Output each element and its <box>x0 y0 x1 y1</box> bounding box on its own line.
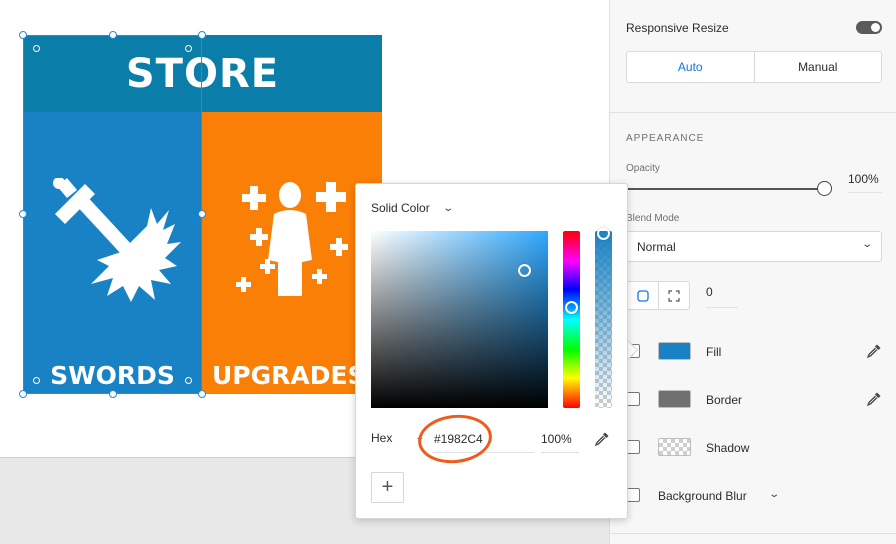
sword-icon <box>53 178 181 302</box>
corner-brackets-icon <box>668 289 680 302</box>
background-blur-label: Background Blur <box>658 489 747 503</box>
hue-slider-thumb[interactable] <box>565 301 578 314</box>
resize-manual-button[interactable]: Manual <box>755 52 882 82</box>
color-picker-popover: Solid Color ⌄ Hex ⌄ + <box>355 183 628 519</box>
single-corner-radius-button[interactable] <box>626 281 658 310</box>
chevron-down-icon: ⌄ <box>442 202 454 214</box>
fill-color-swatch[interactable] <box>658 342 691 360</box>
add-swatch-button[interactable]: + <box>371 472 404 503</box>
chevron-down-icon[interactable]: ⌄ <box>768 489 780 500</box>
blend-mode-label: Blend Mode <box>626 213 680 224</box>
fill-row: Fill <box>610 340 896 364</box>
alpha-slider[interactable] <box>595 227 612 408</box>
store-title: STORE <box>125 50 280 97</box>
store-artboard[interactable]: STORE SWORDS UPGRADES <box>23 35 382 394</box>
fill-type-dropdown[interactable]: Solid Color ⌄ <box>371 201 454 215</box>
hex-input[interactable] <box>432 425 534 453</box>
responsive-resize-toggle[interactable] <box>856 21 882 34</box>
eyedropper-icon[interactable] <box>866 391 882 407</box>
shadow-checkbox[interactable] <box>626 440 640 454</box>
appearance-section-title: APPEARANCE <box>626 133 705 144</box>
swords-tile[interactable]: SWORDS <box>23 112 202 394</box>
background-blur-checkbox[interactable] <box>626 488 640 502</box>
properties-panel: Responsive Resize Auto Manual APPEARANCE… <box>609 0 896 544</box>
shadow-label: Shadow <box>706 441 750 455</box>
resize-auto-button[interactable]: Auto <box>627 52 755 82</box>
background-blur-row: Background Blur ⌄ <box>610 484 896 508</box>
fill-label: Fill <box>706 345 722 359</box>
multi-corner-radius-button[interactable] <box>658 281 690 310</box>
border-label: Border <box>706 393 743 407</box>
upgrade-figure-icon <box>236 182 348 296</box>
saturation-cursor[interactable] <box>518 264 531 277</box>
shadow-row: Shadow <box>610 436 896 460</box>
swords-label: SWORDS <box>50 361 175 390</box>
hue-slider[interactable] <box>563 231 580 408</box>
corner-radius-input[interactable]: 0 <box>706 285 738 308</box>
blend-mode-value: Normal <box>637 240 676 254</box>
eyedropper-icon[interactable] <box>594 431 610 447</box>
resize-mode-group: Auto Manual <box>626 51 882 83</box>
border-color-swatch[interactable] <box>658 390 691 408</box>
store-header[interactable]: STORE <box>23 35 382 112</box>
fill-type-value: Solid Color <box>371 201 430 215</box>
chevron-down-icon[interactable]: ⌄ <box>414 432 425 443</box>
rounded-square-icon <box>636 289 649 302</box>
alpha-input[interactable] <box>541 425 579 453</box>
eyedropper-icon[interactable] <box>866 343 882 359</box>
blend-mode-select[interactable]: Normal ⌄ <box>626 231 882 262</box>
border-row: Border <box>610 388 896 412</box>
opacity-slider-track[interactable] <box>626 188 826 190</box>
shadow-color-swatch[interactable] <box>658 438 691 456</box>
section-divider <box>610 112 896 113</box>
responsive-resize-label: Responsive Resize <box>626 21 729 35</box>
alpha-slider-thumb[interactable] <box>597 227 610 240</box>
opacity-value-field[interactable]: 100% <box>848 172 882 193</box>
saturation-brightness-field[interactable] <box>371 231 548 408</box>
opacity-slider-thumb[interactable] <box>817 181 832 196</box>
chevron-down-icon: ⌄ <box>860 239 873 250</box>
border-checkbox[interactable] <box>626 392 640 406</box>
opacity-label: Opacity <box>626 163 660 174</box>
section-divider <box>610 533 896 534</box>
color-format-label[interactable]: Hex <box>371 431 392 445</box>
